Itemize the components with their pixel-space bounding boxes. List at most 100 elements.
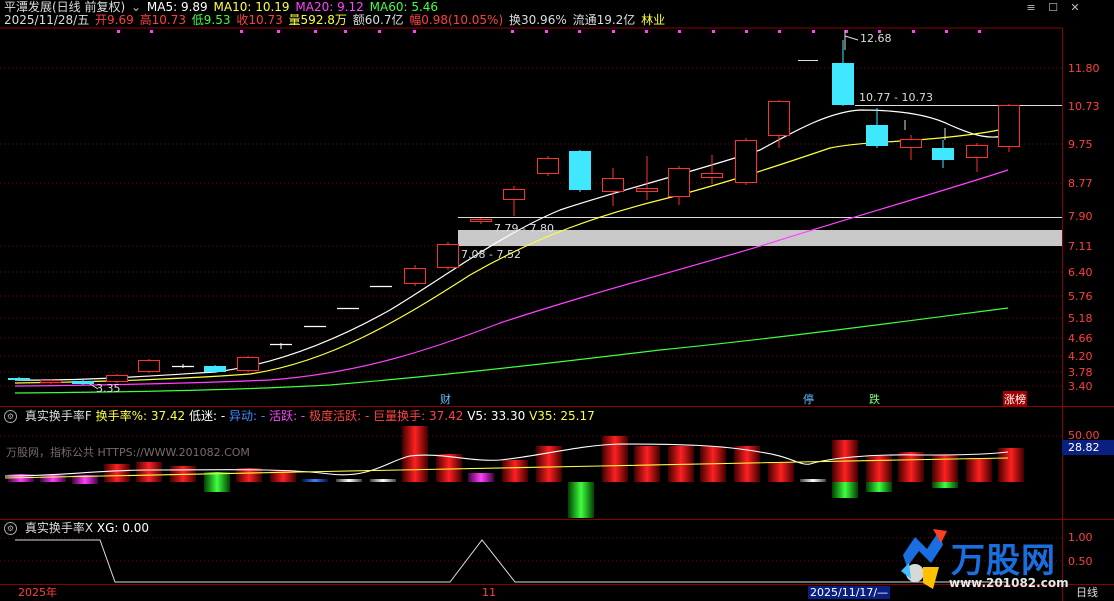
- marker-die[interactable]: 跌: [869, 391, 880, 407]
- price-tick: 7.90: [1068, 210, 1093, 223]
- turnover-bar: [866, 455, 892, 482]
- turnover-v5: V5: 33.30: [467, 409, 526, 423]
- candle-body: [735, 140, 757, 183]
- price-tick: 5.76: [1068, 290, 1093, 303]
- xg-value: XG: 0.00: [96, 521, 149, 535]
- candle-body: [768, 101, 790, 136]
- marker-zhangbang[interactable]: 涨榜: [1003, 391, 1027, 407]
- candle-body: [40, 380, 62, 383]
- top-marker: [117, 30, 120, 33]
- turnover-panel-header: ⚙ 真实换手率F 换手率%: 37.42 低迷: - 异动: - 活跃: - 极…: [4, 409, 595, 423]
- top-marker: [240, 30, 243, 33]
- date-axis-month: 11: [482, 586, 496, 599]
- top-marker: [344, 30, 347, 33]
- top-marker: [778, 30, 781, 33]
- price-tick: 5.18: [1068, 312, 1093, 325]
- xg-signal-line: [15, 539, 1008, 583]
- range-annotation: 10.77 - 10.73: [859, 91, 933, 104]
- candle-body: [832, 63, 854, 105]
- turnover-panel-title[interactable]: 真实换手率F: [25, 409, 92, 423]
- price-tick: 3.40: [1068, 380, 1093, 393]
- turnover-bar: [768, 462, 794, 482]
- gap-upper-annotation: 7.79 - 7.80: [494, 222, 554, 235]
- top-marker: [314, 30, 317, 33]
- turnover-bar: [866, 482, 892, 492]
- vol-axis-current: 28.82: [1062, 440, 1114, 455]
- top-marker: [678, 30, 681, 33]
- top-marker: [812, 30, 815, 33]
- turnover-bar: [932, 482, 958, 488]
- turnover-low: 低迷: -: [189, 409, 226, 423]
- price-tick: 7.11: [1068, 240, 1093, 253]
- turnover-bar: [402, 426, 428, 482]
- turnover-bar: [104, 464, 130, 482]
- marker-ting[interactable]: 停: [803, 391, 814, 407]
- turnover-bar: [966, 458, 992, 482]
- turnover-bar: [502, 460, 528, 482]
- top-marker: [645, 30, 648, 33]
- turnover-bar: [336, 479, 362, 482]
- top-marker: [378, 30, 381, 33]
- price-tick: 4.66: [1068, 332, 1093, 345]
- candle-body: [701, 173, 723, 178]
- marker-cai[interactable]: 财: [440, 391, 451, 407]
- brand-url: www.201082.com: [949, 576, 1069, 590]
- candle-body: [470, 219, 492, 222]
- price-tick: 11.80: [1068, 62, 1100, 75]
- turnover-active: 活跃: -: [269, 409, 306, 423]
- gear-icon[interactable]: ⚙: [4, 522, 17, 535]
- top-marker: [277, 30, 280, 33]
- candle-body: [569, 151, 591, 190]
- turnover-bar: [832, 482, 858, 498]
- turnover-v35: V35: 25.17: [529, 409, 595, 423]
- top-marker: [978, 30, 981, 33]
- ma60-line: [14, 307, 1009, 394]
- turnover-bar: [436, 454, 462, 482]
- date-cursor: 2025/11/17/—: [808, 586, 891, 599]
- peak-annotation: 12.68: [860, 32, 892, 45]
- top-marker: [578, 30, 581, 33]
- candle-body: [204, 366, 226, 372]
- turnover-bar: [602, 436, 628, 482]
- candle-body: [537, 158, 559, 174]
- price-tick: 4.20: [1068, 350, 1093, 363]
- candle-body: [998, 105, 1020, 147]
- price-tick: 6.40: [1068, 266, 1093, 279]
- candle-body: [900, 139, 922, 148]
- turnover-bar: [800, 479, 826, 482]
- kline-chart[interactable]: [0, 0, 1114, 601]
- top-marker: [511, 30, 514, 33]
- turnover-bar: [302, 479, 328, 482]
- turnover-bar: [204, 472, 230, 492]
- date-axis-year: 2025年: [18, 586, 57, 599]
- candle-body: [237, 357, 259, 371]
- turnover-bar: [136, 462, 162, 482]
- price-axis: 11.80 10.73 9.75 8.77 7.90 7.11 6.40 5.7…: [1062, 0, 1114, 601]
- turnover-bar: [40, 475, 66, 482]
- brand-logo: 万股网 www.201082.com: [893, 527, 1093, 593]
- top-marker: [912, 30, 915, 33]
- top-marker: [712, 30, 715, 33]
- candle-body: [72, 381, 94, 384]
- top-marker: [150, 30, 153, 33]
- gear-icon[interactable]: ⚙: [4, 410, 17, 423]
- turnover-bar: [370, 479, 396, 482]
- candle-body: [966, 145, 988, 158]
- ma20-line: [14, 169, 1009, 387]
- turnover-bar: [898, 452, 924, 482]
- price-tick: 10.73: [1068, 100, 1100, 113]
- candle-body: [866, 125, 888, 146]
- brand-name: 万股网: [951, 541, 1056, 581]
- top-marker: [745, 30, 748, 33]
- turnover-bar: [634, 446, 660, 482]
- candle-body: [636, 188, 658, 192]
- brand-logo-icon: [901, 529, 947, 589]
- candle-body: [106, 375, 128, 382]
- candle-body: [668, 168, 690, 197]
- turnover-abnormal: 异动: -: [229, 409, 266, 423]
- xg-panel-title[interactable]: 真实换手率X: [25, 521, 93, 535]
- price-tick: 8.77: [1068, 177, 1093, 190]
- candle-body: [602, 178, 624, 192]
- low-annotation: 3.35: [96, 382, 121, 395]
- candle-body: [404, 268, 426, 284]
